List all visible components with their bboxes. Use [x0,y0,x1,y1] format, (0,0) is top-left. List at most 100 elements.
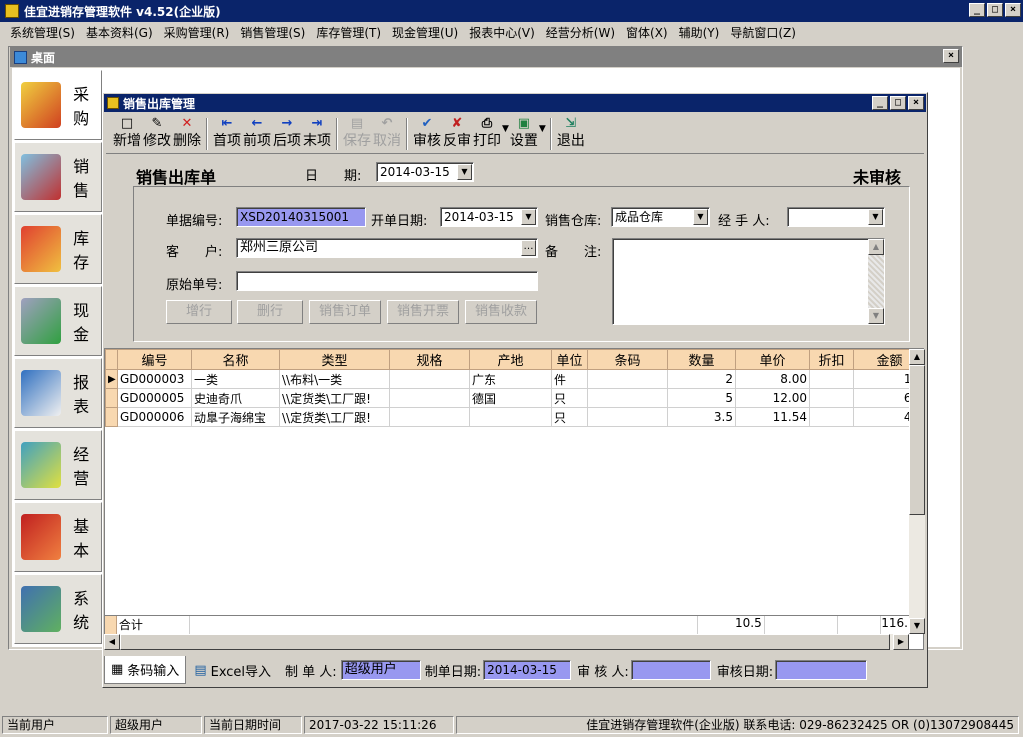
child-close-button[interactable]: × [908,96,924,110]
last-button[interactable]: ⇥ 末项 [302,115,332,153]
table-cell[interactable]: 2 [667,369,736,389]
nav-purchase[interactable]: 采购 [14,70,102,140]
customer-field[interactable]: 郑州三原公司 … [236,238,538,258]
scroll-left-icon[interactable]: ◀ [104,634,120,650]
chevron-down-icon[interactable]: ▼ [521,209,536,225]
unapprove-button[interactable]: ✘ 反审 [442,115,472,153]
first-button[interactable]: ⇤ 首项 [212,115,242,153]
excel-import-tab[interactable]: ▤ Excel导入 [186,656,279,684]
table-cell[interactable]: GD000006 [117,407,192,427]
remark-scrollbar[interactable]: ▲ ▼ [868,239,884,324]
grid-horizontal-scrollbar[interactable]: ◀ ▶ [104,634,909,650]
nav-inventory[interactable]: 库存 [14,214,102,284]
menu-purchase[interactable]: 采购管理(R) [160,24,237,41]
column-header[interactable]: 折扣 [809,349,854,370]
nav-system[interactable]: 系统 [14,574,102,644]
menu-sales[interactable]: 销售管理(S) [236,24,312,41]
ellipsis-icon[interactable]: … [521,240,536,256]
column-header[interactable]: 名称 [191,349,280,370]
edit-button[interactable]: ✎ 修改 [142,115,172,153]
handler-select[interactable]: ▼ [787,207,885,227]
menu-navigator[interactable]: 导航窗口(Z) [726,24,803,41]
table-cell[interactable] [809,388,854,408]
chevron-down-icon[interactable]: ▼ [868,209,883,225]
table-row[interactable]: ▶ GD000003 一类 \\布料\一类 广东 件 2 8.00 16. [105,369,923,389]
table-row[interactable]: GD000006 动臯子海绵宝 \\定货类\工厂跟! 只 3.5 11.54 4… [105,407,923,427]
scroll-down-icon[interactable]: ▼ [909,618,925,634]
scroll-right-icon[interactable]: ▶ [893,634,909,650]
table-cell[interactable]: \\布料\一类 [279,369,390,389]
column-header[interactable]: 编号 [117,349,192,370]
sales-invoice-button[interactable]: 销售开票 [387,300,459,324]
orig-no-field[interactable] [236,271,538,291]
table-cell[interactable]: 德国 [469,388,552,408]
remark-textarea[interactable]: ▲ ▼ [612,238,885,325]
new-button[interactable]: □ 新增 [112,115,142,153]
nav-reports[interactable]: 报表 [14,358,102,428]
table-cell[interactable]: 只 [551,407,588,427]
menu-assist[interactable]: 辅助(Y) [675,24,727,41]
table-cell[interactable] [587,388,668,408]
scroll-up-icon[interactable]: ▲ [909,349,925,365]
table-cell[interactable]: 一类 [191,369,280,389]
nav-sales[interactable]: 销售 [14,142,102,212]
scroll-up-icon[interactable]: ▲ [868,239,884,255]
menu-system[interactable]: 系统管理(S) [6,24,82,41]
table-cell[interactable] [389,407,470,427]
table-cell[interactable]: 11.54 [735,407,810,427]
menu-cash[interactable]: 现金管理(U) [388,24,465,41]
menu-basic-data[interactable]: 基本资料(G) [82,24,160,41]
table-cell[interactable] [389,369,470,389]
child-minimize-button[interactable]: _ [872,96,888,110]
exit-button[interactable]: ⇲ 退出 [556,115,586,153]
grid-vertical-scrollbar[interactable]: ▲ ▼ [909,349,925,634]
barcode-input-tab[interactable]: ▦ 条码输入 [104,656,187,684]
cancel-button[interactable]: ↶ 取消 [372,115,402,153]
delete-row-button[interactable]: 删行 [237,300,303,324]
maximize-button[interactable]: □ [987,3,1003,17]
save-button[interactable]: ▤ 保存 [342,115,372,153]
table-cell[interactable]: 8.00 [735,369,810,389]
bill-no-field[interactable]: XSD20140315001 [236,207,366,227]
table-cell[interactable]: 5 [667,388,736,408]
date-picker[interactable]: 2014-03-15 ▼ [376,162,474,182]
sales-receipt-button[interactable]: 销售收款 [465,300,537,324]
column-header[interactable]: 单价 [735,349,810,370]
table-cell[interactable] [389,388,470,408]
column-header[interactable]: 条码 [587,349,668,370]
table-cell[interactable]: \\定货类\工厂跟! [279,407,390,427]
column-header[interactable]: 单位 [551,349,588,370]
print-dropdown-arrow-icon[interactable]: ▼ [502,124,509,134]
print-button[interactable]: ⎙ 打印 [472,115,502,153]
table-cell[interactable]: 广东 [469,369,552,389]
table-cell[interactable]: 只 [551,388,588,408]
settings-dropdown-arrow-icon[interactable]: ▼ [539,124,546,134]
column-header[interactable]: 规格 [389,349,470,370]
menu-inventory[interactable]: 库存管理(T) [312,24,388,41]
approve-button[interactable]: ✔ 审核 [412,115,442,153]
table-cell[interactable]: 史迪奇爪 [191,388,280,408]
table-cell[interactable]: GD000003 [117,369,192,389]
next-button[interactable]: → 后项 [272,115,302,153]
chevron-down-icon[interactable]: ▼ [457,164,472,180]
table-cell[interactable]: \\定货类\工厂跟! [279,388,390,408]
prev-button[interactable]: ← 前项 [242,115,272,153]
table-cell[interactable]: 件 [551,369,588,389]
nav-cash[interactable]: 现金 [14,286,102,356]
menu-window[interactable]: 窗体(X) [622,24,675,41]
column-header[interactable]: 产地 [469,349,552,370]
close-button[interactable]: × [1005,3,1021,17]
table-cell[interactable]: GD000005 [117,388,192,408]
delete-button[interactable]: ✕ 删除 [172,115,202,153]
table-cell[interactable] [469,407,552,427]
column-header[interactable]: 数量 [667,349,736,370]
menu-reports[interactable]: 报表中心(V) [465,24,542,41]
child-maximize-button[interactable]: □ [890,96,906,110]
menu-analysis[interactable]: 经营分析(W) [542,24,622,41]
scroll-thumb[interactable] [120,634,890,650]
table-cell[interactable] [809,369,854,389]
table-cell[interactable]: 3.5 [667,407,736,427]
table-row[interactable]: GD000005 史迪奇爪 \\定货类\工厂跟! 德国 只 5 12.00 60… [105,388,923,408]
table-cell[interactable]: 动臯子海绵宝 [191,407,280,427]
settings-button[interactable]: ▣ 设置 [509,115,539,153]
